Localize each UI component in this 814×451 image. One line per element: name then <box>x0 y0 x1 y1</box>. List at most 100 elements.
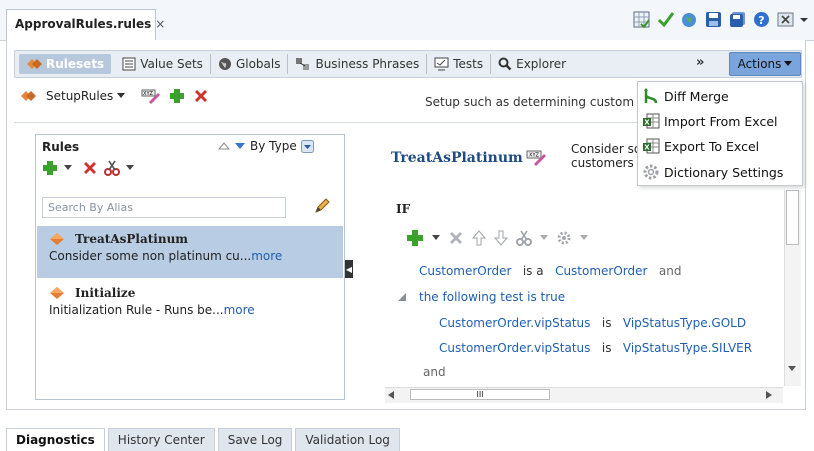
menu-item-dictionary-settings[interactable]: Dictionary Settings <box>642 163 783 181</box>
expand-triangle-icon[interactable] <box>398 293 406 301</box>
condition-line[interactable]: CustomerOrder is a CustomerOrder and <box>419 264 681 278</box>
delete-icon[interactable] <box>193 88 209 104</box>
editor-toolbar-icons: ? <box>632 10 808 28</box>
collapse-panel-handle[interactable]: ◀ <box>345 260 353 278</box>
condition-subject[interactable]: CustomerOrder.vipStatus <box>439 316 590 330</box>
move-down-icon <box>494 230 508 246</box>
actions-dropdown-menu: Diff Merge X Import From Excel X Export … <box>637 81 803 186</box>
tab-save-log[interactable]: Save Log <box>217 428 293 451</box>
close-tab-icon[interactable]: × <box>155 17 165 31</box>
rule-list-item[interactable]: TreatAsPlatinum Consider some non platin… <box>37 226 343 278</box>
ruleset-selector[interactable]: SetupRules <box>46 89 126 103</box>
tab-diagnostics[interactable]: Diagnostics <box>6 428 105 451</box>
add-icon[interactable] <box>169 88 185 104</box>
caret-down-icon <box>117 93 126 99</box>
menu-item-label: Diff Merge <box>664 88 729 104</box>
menu-item-label: Dictionary Settings <box>664 164 784 180</box>
condition-line[interactable]: CustomerOrder.vipStatus is VipStatusType… <box>439 316 746 330</box>
save-icon[interactable] <box>704 10 722 28</box>
more-link[interactable]: more <box>224 303 255 317</box>
tab-value-sets-label: Value Sets <box>140 57 203 71</box>
tab-tests-label: Tests <box>453 57 484 71</box>
menu-item-export-to-excel[interactable]: X Export To Excel <box>642 137 759 155</box>
rule-desc: Initialization Rule - Runs be... <box>49 303 224 317</box>
condition-value[interactable]: CustomerOrder <box>555 264 647 278</box>
sort-dropdown-icon[interactable] <box>300 139 314 153</box>
edit-xyz-icon[interactable]: XYZ <box>141 88 161 104</box>
grid-check-icon[interactable] <box>632 10 650 28</box>
tab-tests[interactable]: Tests <box>427 54 492 74</box>
list-icon <box>122 57 136 71</box>
condition-subject[interactable]: CustomerOrder <box>419 264 511 278</box>
condition-operator[interactable]: is <box>602 316 612 330</box>
condition-value[interactable]: VipStatusType.GOLD <box>623 316 746 330</box>
condition-value[interactable]: VipStatusType.SILVER <box>623 341 752 355</box>
pencil-icon[interactable] <box>313 197 331 215</box>
tab-rulesets[interactable]: Rulesets <box>19 54 112 74</box>
vertical-scroll-thumb[interactable] <box>786 190 799 245</box>
file-tab[interactable]: ApprovalRules.rules × <box>6 9 165 40</box>
add-dropdown-icon[interactable] <box>64 165 72 171</box>
rule-detail-desc-line2: customers <box>571 156 634 170</box>
rule-detail-desc-line1: Consider so <box>571 142 642 156</box>
gear-icon <box>556 230 572 246</box>
scroll-down-arrow-icon[interactable] <box>788 366 796 372</box>
phrase-chain-icon <box>295 57 311 71</box>
add-rule-icon[interactable] <box>42 160 58 176</box>
condition-operator[interactable]: is <box>602 341 612 355</box>
add-dropdown-icon[interactable] <box>432 235 440 241</box>
actions-menu-button[interactable]: Actions <box>729 52 801 76</box>
tab-globals-label: Globals <box>235 57 281 71</box>
rule-detail-description: Consider so customers <box>571 142 646 170</box>
globe-icon[interactable] <box>680 10 698 28</box>
rule-search-input[interactable]: Search By Alias <box>42 197 286 218</box>
tab-explorer[interactable]: Explorer <box>491 54 573 74</box>
dropdown-arrow-icon[interactable] <box>800 10 808 28</box>
tab-value-sets[interactable]: Value Sets <box>115 54 211 74</box>
svg-text:X: X <box>644 144 650 152</box>
tab-rulesets-label: Rulesets <box>46 57 105 71</box>
tab-validation-log[interactable]: Validation Log <box>295 428 400 451</box>
scroll-left-arrow-icon[interactable] <box>388 391 394 399</box>
save-all-icon[interactable] <box>728 10 746 28</box>
caret-down-icon <box>784 61 793 67</box>
condition-operator[interactable]: is a <box>523 264 544 278</box>
edit-xyz-icon[interactable]: XYZ <box>526 148 548 166</box>
condition-subject[interactable]: CustomerOrder.vipStatus <box>439 341 590 355</box>
rules-toolbar <box>42 160 134 176</box>
condition-line[interactable]: CustomerOrder.vipStatus is VipStatusType… <box>439 341 752 355</box>
cut-dropdown-icon <box>540 235 548 241</box>
conjunction-and[interactable]: and <box>423 365 446 379</box>
cut-dropdown-icon[interactable] <box>126 165 134 171</box>
close-window-icon[interactable] <box>776 10 794 28</box>
condition-conjunction[interactable]: and <box>659 264 682 278</box>
ruleset-name: SetupRules <box>46 89 114 103</box>
rule-detail-title: TreatAsPlatinum <box>391 150 523 166</box>
menu-item-diff-merge[interactable]: Diff Merge <box>642 87 729 105</box>
scroll-right-arrow-icon[interactable] <box>766 391 772 399</box>
sort-down-icon[interactable] <box>234 142 246 150</box>
validate-check-icon[interactable] <box>656 10 674 28</box>
tab-explorer-label: Explorer <box>516 57 567 71</box>
gear-dropdown-icon <box>580 235 588 241</box>
rules-panel-title: Rules <box>42 140 80 154</box>
test-true-line[interactable]: the following test is true <box>419 290 565 304</box>
condition-toolbar <box>406 229 588 247</box>
ruleset-diamond-icon <box>20 89 38 103</box>
sort-control[interactable]: By Type <box>218 139 314 153</box>
more-link[interactable]: more <box>251 249 282 263</box>
delete-rule-icon[interactable] <box>82 160 98 176</box>
tab-history-center[interactable]: History Center <box>107 428 215 451</box>
more-tabs-chevron[interactable]: » <box>696 55 704 70</box>
horizontal-scroll-thumb[interactable]: III <box>410 389 550 400</box>
actions-label: Actions <box>737 57 782 71</box>
menu-item-import-from-excel[interactable]: X Import From Excel <box>642 112 778 130</box>
tab-globals[interactable]: Globals <box>211 54 289 74</box>
help-icon[interactable]: ? <box>752 10 770 28</box>
cut-icon[interactable] <box>104 160 120 176</box>
rule-name: Initialize <box>75 286 136 300</box>
add-condition-icon[interactable] <box>406 229 424 247</box>
rule-list-item[interactable]: Initialize Initialization Rule - Runs be… <box>37 280 343 332</box>
tab-business-phrases[interactable]: Business Phrases <box>288 54 428 74</box>
sort-up-icon[interactable] <box>218 142 230 150</box>
